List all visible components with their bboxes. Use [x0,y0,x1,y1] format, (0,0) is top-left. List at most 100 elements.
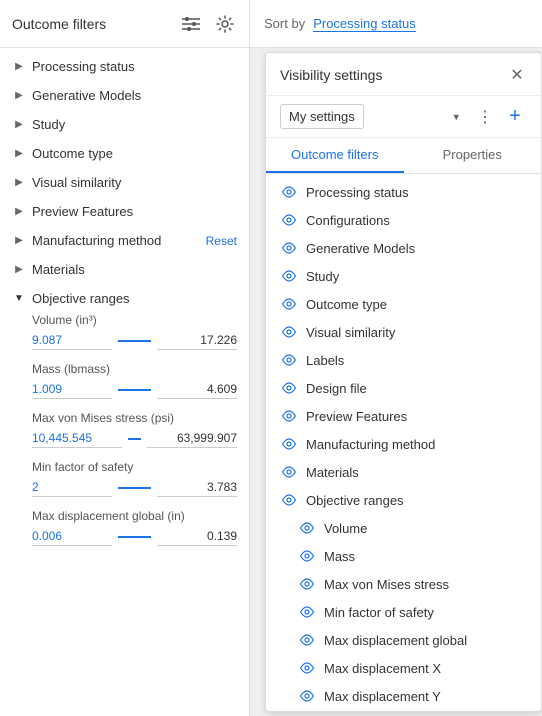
range-max-safety[interactable] [157,478,237,497]
range-group-displacement: Max displacement global (in) [32,509,237,546]
settings-select[interactable]: My settings [280,104,364,129]
range-max-mass[interactable] [157,380,237,399]
filter-item-preview-features[interactable]: ▶ Preview Features [0,197,249,226]
vis-item-label: Max displacement X [324,661,441,676]
vis-item-objective-ranges[interactable]: Objective ranges [266,486,541,514]
range-track-volume [118,340,151,342]
filter-item-manufacturing-method[interactable]: ▶ Manufacturing method Reset [0,226,249,255]
range-min-displacement[interactable] [32,527,112,546]
visibility-title: Visibility settings [280,67,382,83]
sortby-value[interactable]: Processing status [313,16,416,32]
range-max-volume[interactable] [157,331,237,350]
filter-label: Manufacturing method [32,233,161,248]
filter-label: Outcome type [32,146,113,161]
visibility-panel: Visibility settings ✕ My settings ⋮ + Ou… [265,52,542,712]
filter-label: Generative Models [32,88,141,103]
eye-icon [280,211,298,229]
vis-item-preview-features[interactable]: Preview Features [266,402,541,430]
eye-icon [298,519,316,537]
range-values-von-mises [32,429,237,448]
range-values-mass [32,380,237,399]
range-min-volume[interactable] [32,331,112,350]
settings-row: My settings ⋮ + [266,96,541,138]
tab-properties[interactable]: Properties [404,138,542,173]
eye-icon [280,323,298,341]
eye-icon [280,435,298,453]
range-min-safety[interactable] [32,478,112,497]
vis-item-max-von-mises[interactable]: Max von Mises stress [266,570,541,598]
objective-ranges-section: Volume (in³) Mass (lbmass) Max von Mises [0,313,249,566]
filter-item-objective-ranges[interactable]: ▼ Objective ranges [0,284,249,313]
vis-item-volume[interactable]: Volume [266,514,541,542]
filter-label: Materials [32,262,85,277]
range-max-von-mises[interactable] [147,429,237,448]
vis-item-min-factor-safety[interactable]: Min factor of safety [266,598,541,626]
chevron-icon: ▶ [12,147,26,161]
filter-label: Study [32,117,65,132]
filter-item-materials[interactable]: ▶ Materials [0,255,249,284]
settings-select-wrapper: My settings [280,104,467,129]
vis-item-label: Generative Models [306,241,415,256]
chevron-icon: ▶ [12,234,26,248]
vis-item-max-displacement-global[interactable]: Max displacement global [266,626,541,654]
vis-item-labels[interactable]: Labels [266,346,541,374]
vis-item-study[interactable]: Study [266,262,541,290]
vis-item-visual-similarity[interactable]: Visual similarity [266,318,541,346]
filter-item-processing-status[interactable]: ▶ Processing status [0,52,249,81]
eye-icon [280,351,298,369]
vis-item-max-displacement-x[interactable]: Max displacement X [266,654,541,682]
vis-item-design-file[interactable]: Design file [266,374,541,402]
eye-icon [298,659,316,677]
filter-item-generative-models[interactable]: ▶ Generative Models [0,81,249,110]
vis-item-mass[interactable]: Mass [266,542,541,570]
filter-label: Objective ranges [32,291,130,306]
range-group-mass: Mass (lbmass) [32,362,237,399]
range-label-von-mises: Max von Mises stress (psi) [32,411,237,425]
sortby-label: Sort by [264,16,305,31]
eye-icon [298,687,316,705]
vis-item-label: Mass [324,549,355,564]
range-min-mass[interactable] [32,380,112,399]
more-options-button[interactable]: ⋮ [473,105,497,129]
range-max-displacement[interactable] [157,527,237,546]
eye-icon [280,183,298,201]
vis-item-processing-status[interactable]: Processing status [266,178,541,206]
top-bar: Outcome filters [0,0,249,48]
add-button[interactable]: + [503,105,527,129]
vis-item-materials[interactable]: Materials [266,458,541,486]
eye-icon [280,491,298,509]
vis-item-max-displacement-y[interactable]: Max displacement Y [266,682,541,710]
eye-icon [298,631,316,649]
vis-item-outcome-type[interactable]: Outcome type [266,290,541,318]
filter-label: Preview Features [32,204,133,219]
vis-item-label: Max von Mises stress [324,577,449,592]
range-min-von-mises[interactable] [32,429,122,448]
vis-item-label: Max displacement Y [324,689,441,704]
filter-item-study[interactable]: ▶ Study [0,110,249,139]
vis-item-label: Materials [306,465,359,480]
eye-icon [298,603,316,621]
reset-button[interactable]: Reset [206,234,237,248]
vis-item-manufacturing-method[interactable]: Manufacturing method [266,430,541,458]
vis-item-generative-models[interactable]: Generative Models [266,234,541,262]
filter-item-visual-similarity[interactable]: ▶ Visual similarity [0,168,249,197]
close-button[interactable]: ✕ [507,65,527,85]
visibility-header: Visibility settings ✕ [266,53,541,96]
visibility-list: Processing status Configurations Generat… [266,174,541,711]
tab-outcome-filters[interactable]: Outcome filters [266,138,404,173]
top-bar-icons [179,12,237,36]
filter-item-outcome-type[interactable]: ▶ Outcome type [0,139,249,168]
eye-icon [280,295,298,313]
eye-icon [280,239,298,257]
range-track-von-mises [128,438,141,440]
chevron-icon: ▶ [12,263,26,277]
chevron-icon: ▶ [12,176,26,190]
chevron-icon: ▶ [12,118,26,132]
vis-item-max-displacement-z[interactable]: Max displacement Z [266,710,541,711]
vis-item-configurations[interactable]: Configurations [266,206,541,234]
range-values-safety [32,478,237,497]
range-label-volume: Volume (in³) [32,313,237,327]
range-track-displacement [118,536,151,538]
filter-icon[interactable] [179,12,203,36]
gear-icon[interactable] [213,12,237,36]
